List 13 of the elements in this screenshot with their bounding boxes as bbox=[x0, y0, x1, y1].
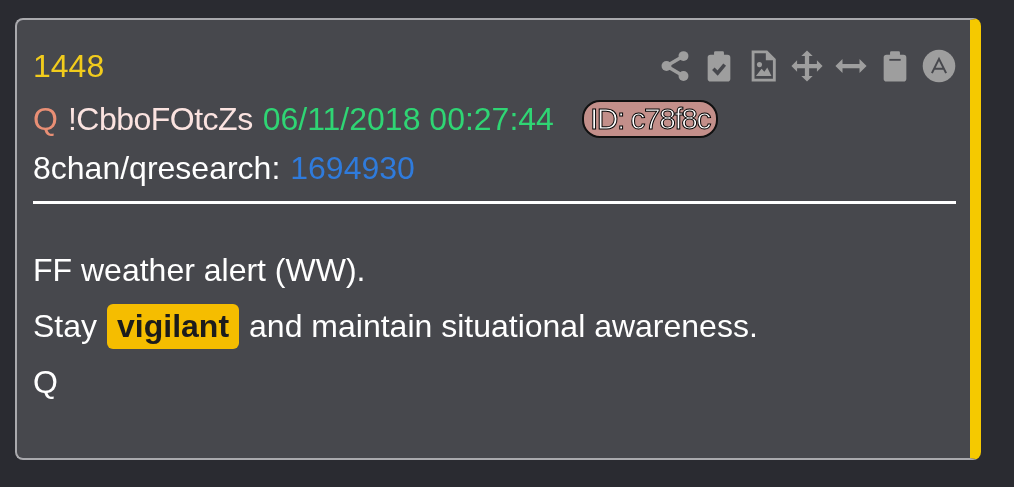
post-number: 1448 bbox=[33, 47, 105, 85]
highlighted-word: vigilant bbox=[107, 303, 240, 349]
message-text: Q bbox=[33, 363, 58, 401]
author-name: Q bbox=[33, 100, 58, 138]
post-link[interactable]: 1694930 bbox=[290, 150, 415, 187]
message-text: Stay bbox=[33, 307, 98, 345]
move-icon[interactable] bbox=[790, 49, 824, 83]
tripcode: !CbboFOtcZs bbox=[67, 100, 253, 138]
message-text: FF weather alert (WW). bbox=[33, 251, 366, 289]
message-text: and maintain situational awareness. bbox=[249, 307, 758, 345]
poster-id-tag: ID: c78f8c bbox=[581, 100, 718, 138]
post-datetime: 06/11/2018 00:27:44 bbox=[262, 100, 554, 138]
board-name: 8chan/qresearch: bbox=[33, 150, 281, 187]
